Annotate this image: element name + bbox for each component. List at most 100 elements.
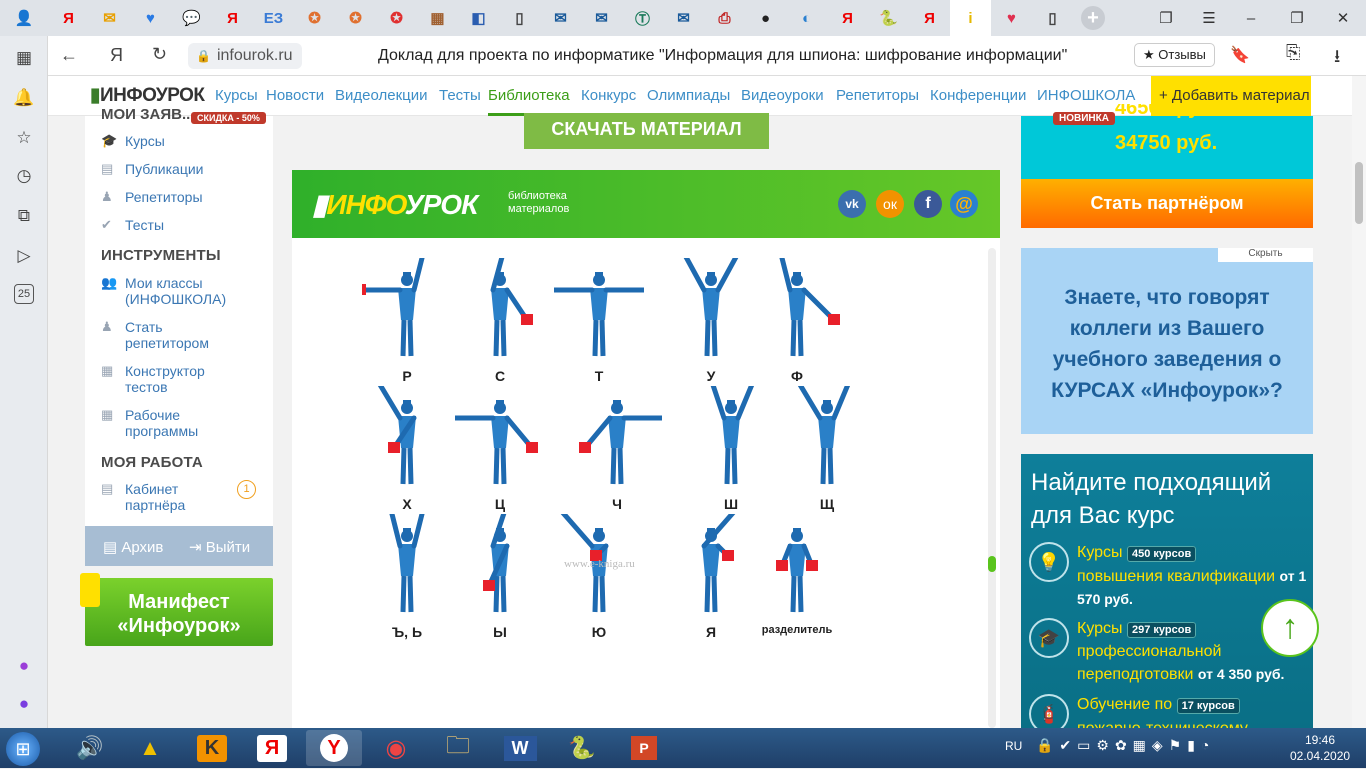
- facebook-icon[interactable]: f: [914, 190, 942, 218]
- browser-tab[interactable]: Я: [48, 0, 89, 36]
- browser-tab[interactable]: ✉: [581, 0, 622, 36]
- logout-button[interactable]: ⇥ Выйти: [189, 538, 250, 556]
- alice-icon[interactable]: ●: [12, 692, 36, 716]
- odnoklassniki-icon[interactable]: ок: [876, 190, 904, 218]
- browser-tab[interactable]: Я: [212, 0, 253, 36]
- browser-tab[interactable]: ✉: [663, 0, 704, 36]
- browser-tab[interactable]: ◧: [458, 0, 499, 36]
- sidebar-item-tests[interactable]: ✔ Тесты: [101, 217, 164, 233]
- media-icon[interactable]: ▷: [12, 244, 36, 268]
- taskbar-python[interactable]: 🐍: [554, 730, 610, 766]
- apps-icon[interactable]: ▦: [12, 46, 36, 70]
- page-scrollbar[interactable]: [1352, 76, 1366, 728]
- taskbar-chrome[interactable]: ◉: [368, 730, 424, 766]
- nav-link[interactable]: Видеоуроки: [741, 87, 824, 104]
- browser-tab[interactable]: Я: [909, 0, 950, 36]
- browser-tab[interactable]: Я: [827, 0, 868, 36]
- sidebar-item-test-builder[interactable]: ▦ Конструктор тестов: [101, 363, 251, 395]
- browser-tab[interactable]: ▦: [417, 0, 458, 36]
- reload-button[interactable]: ↻: [152, 44, 167, 65]
- restore-button[interactable]: ❐: [1276, 0, 1318, 36]
- browser-tab[interactable]: ЕЗ: [253, 0, 294, 36]
- browser-tab[interactable]: ▯: [1032, 0, 1073, 36]
- start-button[interactable]: ⊞: [6, 732, 40, 766]
- tray-icons[interactable]: 🔒✔▭⚙✿▦◈⚑▮◔: [1036, 737, 1215, 754]
- hide-ad-button[interactable]: Скрыть: [1218, 248, 1313, 262]
- browser-tab[interactable]: ♥: [130, 0, 171, 36]
- taskbar-app-k[interactable]: K: [184, 730, 240, 766]
- bookmark-icon[interactable]: 🔖: [1230, 45, 1250, 65]
- browser-tab[interactable]: ✉: [89, 0, 130, 36]
- sidebar-item-become-tutor[interactable]: ♟ Стать репетитором: [101, 319, 251, 351]
- notifications-icon[interactable]: 🔔: [12, 86, 36, 110]
- courses-ad[interactable]: Скрыть Знаете, что говорят коллеги из Ва…: [1021, 248, 1313, 434]
- taskbar-app-triangle[interactable]: ▲: [122, 730, 178, 766]
- nav-link[interactable]: Тесты: [439, 87, 481, 104]
- taskbar-volume-app[interactable]: 🔊: [62, 730, 118, 766]
- taskbar-yandex-browser[interactable]: Y: [306, 730, 362, 766]
- nav-link[interactable]: Видеолекции: [335, 87, 428, 104]
- menu-icon[interactable]: ☰: [1188, 0, 1230, 36]
- yandex-icon[interactable]: Я: [110, 45, 123, 66]
- downloads-ext-icon[interactable]: ⎘: [1286, 42, 1300, 63]
- nav-link[interactable]: Библиотека: [488, 87, 570, 116]
- browser-tab[interactable]: i: [950, 0, 991, 36]
- sidebar-item-work-programs[interactable]: ▦ Рабочие программы: [101, 407, 251, 439]
- taskbar-yandex-app[interactable]: Я: [244, 730, 300, 766]
- mail-icon[interactable]: @: [950, 190, 978, 218]
- browser-tab[interactable]: ▯: [499, 0, 540, 36]
- history-icon[interactable]: ◷: [12, 164, 36, 188]
- nav-link[interactable]: Олимпиады: [647, 87, 730, 104]
- nav-link[interactable]: Репетиторы: [836, 87, 919, 104]
- sidebar-item-publications[interactable]: ▤ Публикации: [101, 161, 203, 177]
- close-button[interactable]: ✕: [1322, 0, 1364, 36]
- collections-icon[interactable]: ⧉: [12, 204, 36, 228]
- browser-tab[interactable]: ♥: [991, 0, 1032, 36]
- browser-tab[interactable]: ◐: [786, 0, 827, 36]
- nav-link[interactable]: Курсы: [215, 87, 258, 104]
- url-field[interactable]: 🔒 infourok.ru: [188, 43, 302, 69]
- browser-tab[interactable]: Ⓣ: [622, 0, 663, 36]
- archive-button[interactable]: ▤ Архив: [103, 538, 163, 556]
- sidebar-item-my-classes[interactable]: 👥 Мои классы (ИНФОШКОЛА): [101, 275, 251, 307]
- clock-date[interactable]: 02.04.2020: [1290, 749, 1350, 763]
- bookmarks-icon[interactable]: ☆: [12, 126, 36, 150]
- minimize-button[interactable]: –: [1230, 0, 1272, 36]
- taskbar-presentation[interactable]: P: [616, 730, 672, 766]
- browser-tab[interactable]: ✉: [540, 0, 581, 36]
- nav-link[interactable]: ИНФОШКОЛА: [1037, 87, 1135, 104]
- scroll-to-top-button[interactable]: ↑: [1261, 599, 1319, 657]
- new-tab-button[interactable]: +: [1073, 0, 1113, 36]
- messenger-icon[interactable]: ●: [12, 654, 36, 678]
- nav-link[interactable]: Конференции: [930, 87, 1026, 104]
- taskbar-word[interactable]: W: [492, 730, 548, 766]
- download-material-button[interactable]: СКАЧАТЬ МАТЕРИАЛ: [524, 113, 769, 149]
- nav-link[interactable]: Конкурс: [581, 87, 636, 104]
- browser-tab[interactable]: ✪: [376, 0, 417, 36]
- nav-link[interactable]: Новости: [266, 87, 324, 104]
- site-logo[interactable]: ▮ИНФОУРОК: [90, 84, 205, 107]
- clock-time[interactable]: 19:46: [1300, 733, 1340, 747]
- browser-tab[interactable]: ⎙: [704, 0, 745, 36]
- sidebar-item-partner-cabinet[interactable]: ▤ Кабинет партнёра: [101, 481, 251, 513]
- download-icon[interactable]: ⭳: [1334, 44, 1340, 74]
- sidebar-item-courses[interactable]: 🎓 Курсы: [101, 133, 165, 149]
- profile-icon[interactable]: 👤: [0, 0, 48, 36]
- browser-tab[interactable]: ✪: [294, 0, 335, 36]
- browser-tab[interactable]: ✪: [335, 0, 376, 36]
- vk-icon[interactable]: vk: [838, 190, 866, 218]
- sidebar-item-tutors[interactable]: ♟ Репетиторы: [101, 189, 203, 205]
- scroll-thumb[interactable]: [988, 556, 996, 572]
- page-scroll-thumb[interactable]: [1355, 162, 1363, 224]
- reviews-button[interactable]: ★ Отзывы: [1134, 43, 1215, 67]
- input-language[interactable]: RU: [1005, 739, 1022, 753]
- tabs-menu-icon[interactable]: ❐: [1145, 0, 1187, 36]
- browser-tab[interactable]: ●: [745, 0, 786, 36]
- become-partner-button[interactable]: Стать партнёром: [1021, 179, 1313, 228]
- manifest-banner[interactable]: Манифест «Инфоурок»: [85, 578, 273, 646]
- browser-tab[interactable]: 🐍: [868, 0, 909, 36]
- browser-tab[interactable]: 💬: [171, 0, 212, 36]
- taskbar-explorer[interactable]: 🗀: [430, 730, 486, 766]
- content-scrollbar[interactable]: [988, 248, 996, 728]
- back-button[interactable]: ←: [60, 45, 78, 66]
